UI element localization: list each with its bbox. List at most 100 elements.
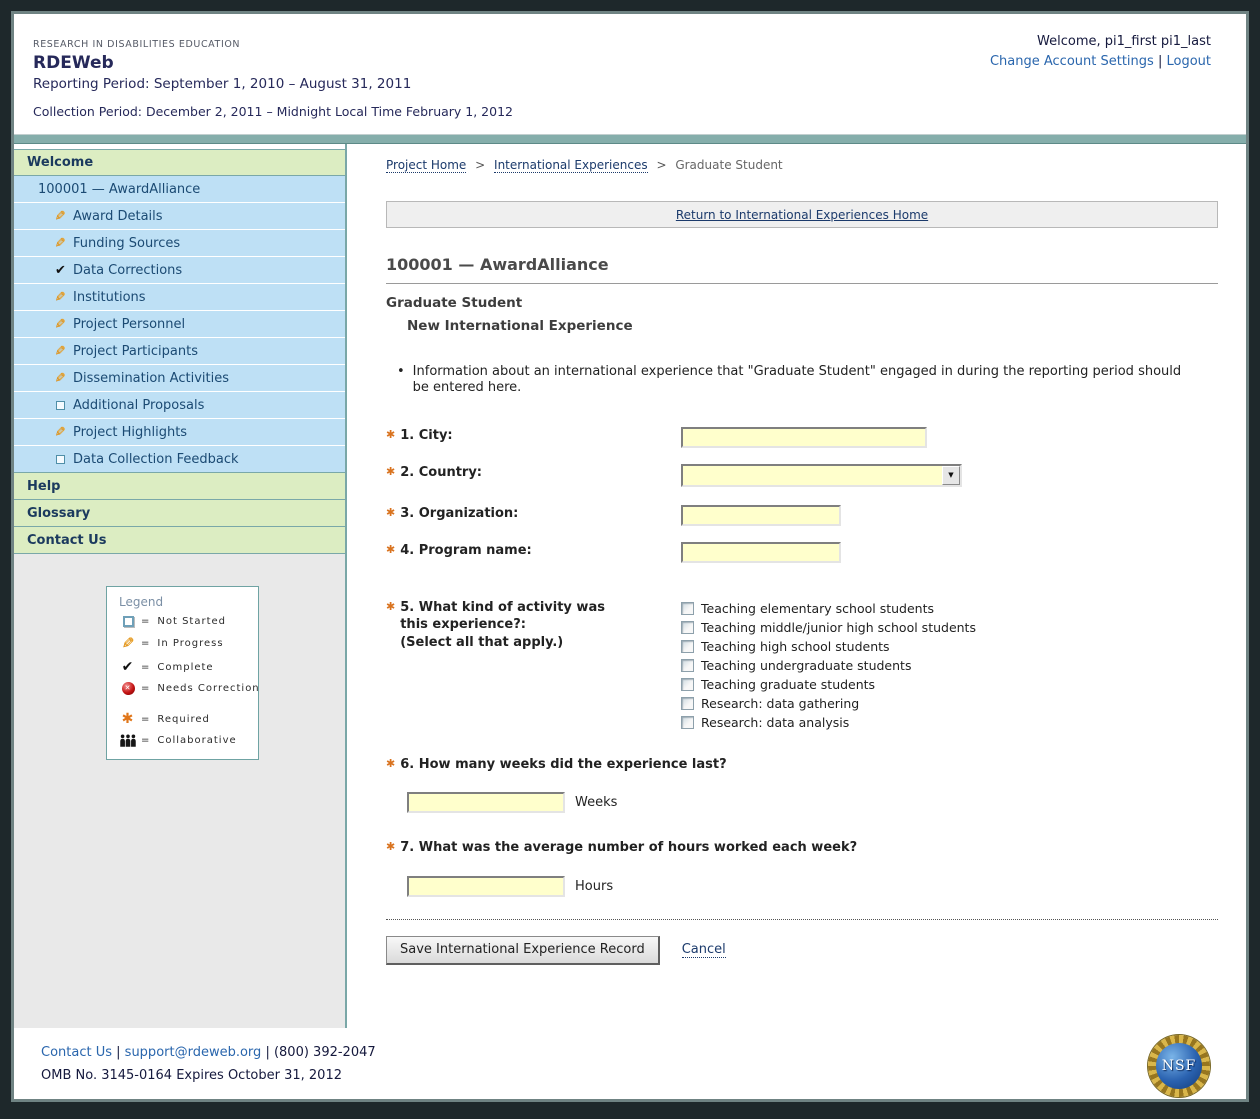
sidebar-item-label: Data Corrections <box>73 263 182 278</box>
legend-box: Legend = Not Started ✎ = In Progress ✔ = <box>106 586 259 760</box>
sidebar-item-award-details[interactable]: ✎ Award Details <box>14 203 345 230</box>
sidebar-item-project-highlights[interactable]: ✎ Project Highlights <box>14 419 345 446</box>
info-text: Information about an international exper… <box>413 364 1196 397</box>
legend-row-not-started: = Not Started <box>119 616 252 627</box>
country-select[interactable]: ▼ <box>681 464 962 487</box>
program-name-input[interactable] <box>681 542 841 563</box>
checkbox[interactable] <box>681 659 694 672</box>
legend-row-needs-correction: ✕ = Needs Correction <box>119 682 252 695</box>
q1-label: 1. City: <box>400 427 452 445</box>
sidebar-nav: Welcome 100001 — AwardAlliance ✎ Award D… <box>14 144 347 1028</box>
activity-option-teaching-undergraduate[interactable]: Teaching undergraduate students <box>681 656 976 675</box>
equals-sign: = <box>141 662 150 673</box>
required-icon <box>386 600 395 652</box>
sidebar-item-funding-sources[interactable]: ✎ Funding Sources <box>14 230 345 257</box>
equals-sign: = <box>141 683 150 694</box>
weeks-input[interactable] <box>407 792 565 813</box>
organization-input[interactable] <box>681 505 841 526</box>
sidebar-item-project-personnel[interactable]: ✎ Project Personnel <box>14 311 345 338</box>
sidebar-footer-area: Legend = Not Started ✎ = In Progress ✔ = <box>14 554 345 1028</box>
main-content: Project Home > International Experiences… <box>347 144 1246 1028</box>
subsection-title: New International Experience <box>407 318 1218 334</box>
activity-option-teaching-high[interactable]: Teaching high school students <box>681 637 976 656</box>
checkbox[interactable] <box>681 716 694 729</box>
activity-option-teaching-graduate[interactable]: Teaching graduate students <box>681 675 976 694</box>
sidebar-item-data-corrections[interactable]: ✔ Data Corrections <box>14 257 345 284</box>
omb-number: OMB No. 3145-0164 Expires October 31, 20… <box>41 1068 1246 1083</box>
check-icon: ✔ <box>119 659 137 675</box>
footer: Contact Us | support@rdeweb.org | (800) … <box>14 1028 1246 1102</box>
pencil-icon: ✎ <box>52 209 69 224</box>
not-started-icon <box>52 401 69 410</box>
sidebar-item-project-participants[interactable]: ✎ Project Participants <box>14 338 345 365</box>
reporting-period: Reporting Period: September 1, 2010 – Au… <box>33 76 1246 92</box>
required-icon <box>386 428 395 445</box>
footer-separator: | <box>265 1045 269 1060</box>
activity-options: Teaching elementary school students Teac… <box>681 599 976 732</box>
not-started-icon <box>52 455 69 464</box>
breadcrumb-current: Graduate Student <box>675 158 782 172</box>
change-account-settings-link[interactable]: Change Account Settings <box>990 54 1154 69</box>
q2-label: 2. Country: <box>400 464 482 482</box>
q5-label: 5. What kind of activity was this experi… <box>400 600 605 633</box>
bullet: • <box>397 364 405 397</box>
sidebar-item-data-collection-feedback[interactable]: Data Collection Feedback <box>14 446 345 473</box>
sidebar-item-glossary[interactable]: Glossary <box>14 500 345 527</box>
info-note: • Information about an international exp… <box>386 364 1196 397</box>
experience-form: 1. City: 2. Country: ▼ <box>386 427 1218 965</box>
activity-option-research-gathering[interactable]: Research: data gathering <box>681 694 976 713</box>
breadcrumb-international-experiences-link[interactable]: International Experiences <box>494 158 648 173</box>
pencil-icon: ✎ <box>119 634 137 652</box>
checkbox[interactable] <box>681 640 694 653</box>
legend-label: Collaborative <box>157 735 236 746</box>
form-divider <box>386 919 1218 920</box>
activity-option-research-analysis[interactable]: Research: data analysis <box>681 713 976 732</box>
sidebar-item-label: Project Highlights <box>73 425 187 440</box>
legend-label: Required <box>157 714 210 725</box>
checkbox[interactable] <box>681 621 694 634</box>
q6-label: 6. How many weeks did the experience las… <box>400 756 726 774</box>
option-label: Research: data gathering <box>701 696 859 711</box>
footer-email-link[interactable]: support@rdeweb.org <box>125 1045 262 1060</box>
legend-row-complete: ✔ = Complete <box>119 659 252 675</box>
checkbox[interactable] <box>681 697 694 710</box>
breadcrumb-project-home-link[interactable]: Project Home <box>386 158 466 173</box>
breadcrumb-separator: > <box>475 158 485 172</box>
activity-option-teaching-elementary[interactable]: Teaching elementary school students <box>681 599 976 618</box>
city-input[interactable] <box>681 427 927 448</box>
sidebar-item-help[interactable]: Help <box>14 473 345 500</box>
activity-option-teaching-middle[interactable]: Teaching middle/junior high school stude… <box>681 618 976 637</box>
sidebar-item-institutions[interactable]: ✎ Institutions <box>14 284 345 311</box>
sidebar-item-additional-proposals[interactable]: Additional Proposals <box>14 392 345 419</box>
sidebar-item-award[interactable]: 100001 — AwardAlliance <box>14 176 345 203</box>
pencil-icon: ✎ <box>52 317 69 332</box>
hours-input[interactable] <box>407 876 565 897</box>
footer-contact-us-link[interactable]: Contact Us <box>41 1045 112 1060</box>
section-title: Graduate Student <box>386 295 1218 311</box>
not-started-icon <box>119 616 137 627</box>
collection-period: Collection Period: December 2, 2011 – Mi… <box>33 104 1246 119</box>
q7-label: 7. What was the average number of hours … <box>400 839 857 857</box>
required-icon <box>386 506 395 523</box>
logout-link[interactable]: Logout <box>1166 54 1211 69</box>
sidebar-item-dissemination-activities[interactable]: ✎ Dissemination Activities <box>14 365 345 392</box>
option-label: Teaching high school students <box>701 639 890 654</box>
sidebar-item-label: Institutions <box>73 290 146 305</box>
save-international-experience-button[interactable]: Save International Experience Record <box>386 936 660 965</box>
equals-sign: = <box>141 714 150 725</box>
checkbox[interactable] <box>681 602 694 615</box>
legend-row-in-progress: ✎ = In Progress <box>119 634 252 652</box>
sidebar-item-label: Contact Us <box>27 533 106 548</box>
checkbox[interactable] <box>681 678 694 691</box>
return-to-international-experiences-link[interactable]: Return to International Experiences Home <box>676 208 928 222</box>
cancel-link[interactable]: Cancel <box>682 942 726 958</box>
sidebar-item-welcome[interactable]: Welcome <box>14 149 345 176</box>
nsf-globe: NSF <box>1156 1043 1202 1089</box>
sidebar-item-contact-us[interactable]: Contact Us <box>14 527 345 554</box>
collaborative-icon <box>119 734 137 747</box>
legend-label: Not Started <box>157 616 226 627</box>
sidebar-item-label: Award Details <box>73 209 163 224</box>
pencil-icon: ✎ <box>52 371 69 386</box>
dropdown-arrow-icon[interactable]: ▼ <box>942 466 960 485</box>
q2-label-row: 2. Country: <box>386 464 681 482</box>
